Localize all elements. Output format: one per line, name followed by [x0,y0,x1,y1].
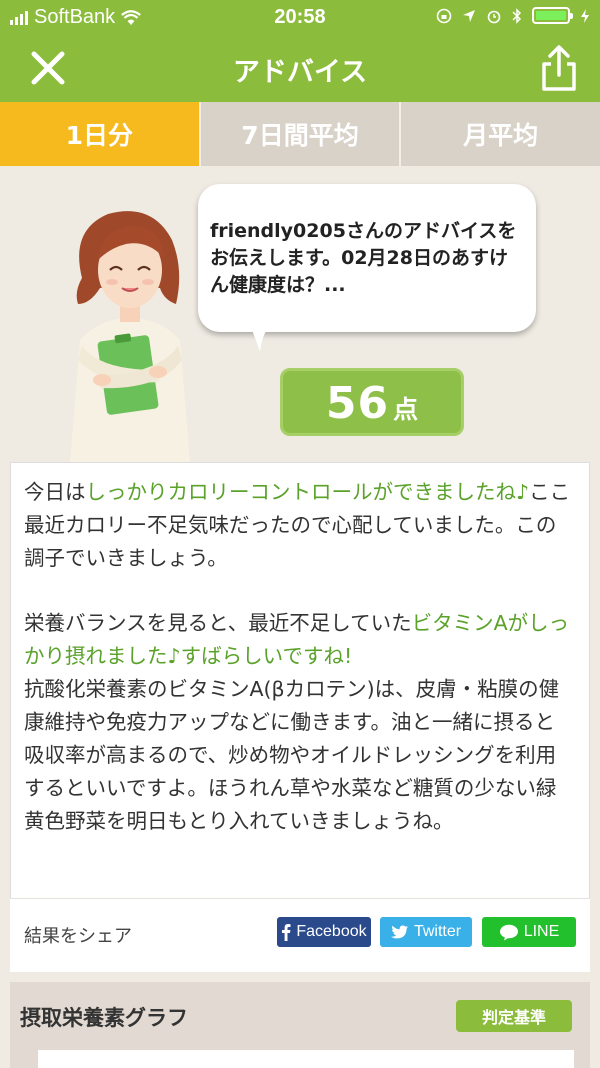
line-speech-icon [499,924,518,940]
criteria-button[interactable]: 判定基準 [456,1000,572,1032]
battery-icon [532,7,573,24]
twitter-bird-icon [390,925,408,939]
twitter-label: Twitter [413,923,462,940]
tab-monthly-average[interactable]: 月平均 [399,102,600,166]
nav-bar: アドバイス [0,34,600,102]
share-button[interactable] [536,44,582,92]
share-icon [542,45,576,91]
nutrient-graph-title: 摂取栄養素グラフ [20,1006,188,1030]
page-title: アドバイス [232,57,368,88]
status-bar: SoftBank 20:58 [0,0,600,34]
advice-text: 今日はしっかりカロリーコントロールができましたね♪ここ最近カロリー不足気味だった… [24,476,572,838]
facebook-share-button[interactable]: Facebook [277,917,371,947]
line-share-button[interactable]: LINE [482,917,576,947]
speech-bubble-tail [248,320,276,352]
advice-p2-part: 栄養バランスを見ると、最近不足していた [24,611,412,635]
advice-paragraph-2: 栄養バランスを見ると、最近不足していたビタミンAがしっかり摂れました♪すばらしい… [24,607,572,673]
advice-p1-part: 今日は [24,480,86,504]
line-label: LINE [523,923,560,940]
share-label: 結果をシェア [24,926,132,947]
score-value: 56 [325,378,390,429]
rotation-lock-icon [436,8,452,23]
advice-paragraph-1: 今日はしっかりカロリーコントロールができましたね♪ここ最近カロリー不足気味だった… [24,476,572,575]
bubble-message: friendly0205さんのアドバイスをお伝えします。02月28日のあすけん健… [210,220,517,296]
tab-1day[interactable]: 1日分 [0,102,199,166]
twitter-share-button[interactable]: Twitter [380,917,472,947]
tab-7day-average[interactable]: 7日間平均 [198,102,400,166]
facebook-label: Facebook [296,923,367,940]
bluetooth-icon [512,7,522,24]
location-icon [463,9,475,22]
period-tabs: 1日分 7日間平均 月平均 [0,102,600,166]
alarm-icon [487,10,501,23]
advice-paragraph-3: 抗酸化栄養素のビタミンA(βカロテン)は、皮膚・粘膜の健康維持や免疫力アップなど… [24,677,560,833]
facebook-icon [282,924,291,941]
score-unit: 点 [393,395,419,424]
advisor-character-illustration [70,211,190,462]
advice-p1-highlight: しっかりカロリーコントロールができましたね♪ [85,480,530,504]
health-score-badge: 56 点 [280,368,464,436]
nutrient-graph-body [38,1050,574,1068]
charging-icon [581,8,589,23]
